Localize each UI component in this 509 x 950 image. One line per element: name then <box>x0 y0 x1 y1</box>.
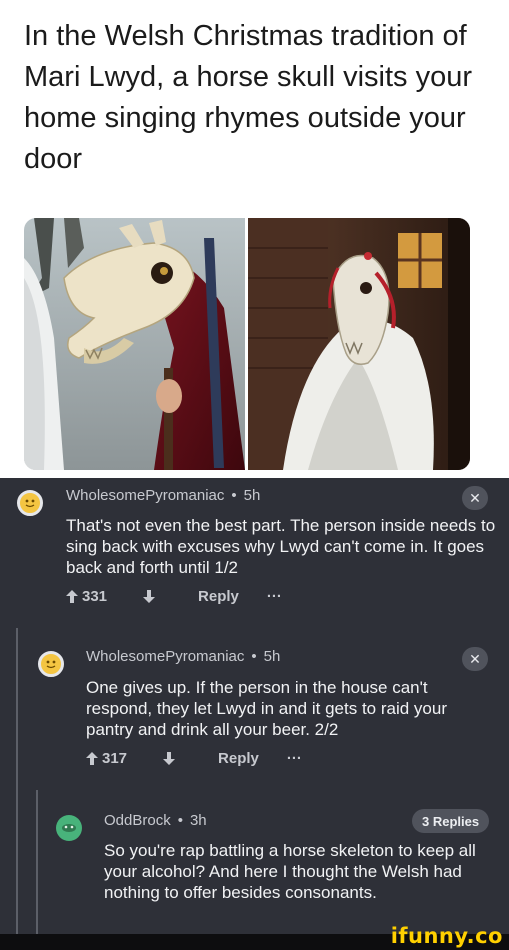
post-top-section: In the Welsh Christmas tradition of Mari… <box>0 0 509 478</box>
separator-dot: • <box>251 648 257 665</box>
comment-actions: 317 Reply ··· <box>86 750 302 767</box>
downvote-arrow-icon[interactable] <box>143 590 156 603</box>
upvote-arrow-icon[interactable] <box>86 752 98 765</box>
more-options-button[interactable]: ··· <box>267 588 282 605</box>
thread-line <box>36 790 38 950</box>
avatar-icon[interactable] <box>38 651 64 677</box>
thread-line <box>16 628 18 950</box>
upvote-count: 331 <box>82 588 108 605</box>
separator-dot: • <box>177 812 183 829</box>
comment-header: WholesomePyromaniac • 5h <box>66 487 260 504</box>
comment-body: That's not even the best part. The perso… <box>66 516 496 577</box>
reply-button[interactable]: Reply <box>218 750 259 767</box>
separator-dot: • <box>231 487 237 504</box>
comment-age: 5h <box>263 648 281 665</box>
comment-actions: 331 Reply ··· <box>66 588 282 605</box>
comment-username[interactable]: WholesomePyromaniac <box>66 487 224 504</box>
downvote-arrow-icon[interactable] <box>163 752 176 765</box>
comment-age: 5h <box>243 487 261 504</box>
more-options-button[interactable]: ··· <box>287 750 302 767</box>
ifunny-watermark: ifunny.co <box>390 924 503 948</box>
comment-username[interactable]: OddBrock <box>104 812 171 829</box>
mari-lwyd-photo-right <box>248 218 470 470</box>
post-images <box>24 218 470 470</box>
close-icon[interactable]: ✕ <box>462 647 488 671</box>
comment-body: So you're rap battling a horse skeleton … <box>104 841 476 902</box>
upvote-count: 317 <box>102 750 128 767</box>
upvote-arrow-icon[interactable] <box>66 590 78 603</box>
mari-lwyd-photo-left <box>24 218 245 470</box>
close-icon[interactable]: ✕ <box>462 486 488 510</box>
avatar-icon[interactable] <box>56 815 82 841</box>
comment-body: One gives up. If the person in the house… <box>86 678 447 739</box>
comment-header: OddBrock • 3h <box>104 812 207 829</box>
comment-username[interactable]: WholesomePyromaniac <box>86 648 244 665</box>
avatar-icon[interactable] <box>17 490 43 516</box>
replies-count-badge[interactable]: 3 Replies <box>412 809 490 833</box>
reply-button[interactable]: Reply <box>198 588 239 605</box>
comment-thread: WholesomePyromaniac • 5h ✕ That's not ev… <box>0 478 509 950</box>
comment-header: WholesomePyromaniac • 5h <box>86 648 280 665</box>
comment-age: 3h <box>189 812 207 829</box>
post-headline: In the Welsh Christmas tradition of Mari… <box>24 20 473 175</box>
